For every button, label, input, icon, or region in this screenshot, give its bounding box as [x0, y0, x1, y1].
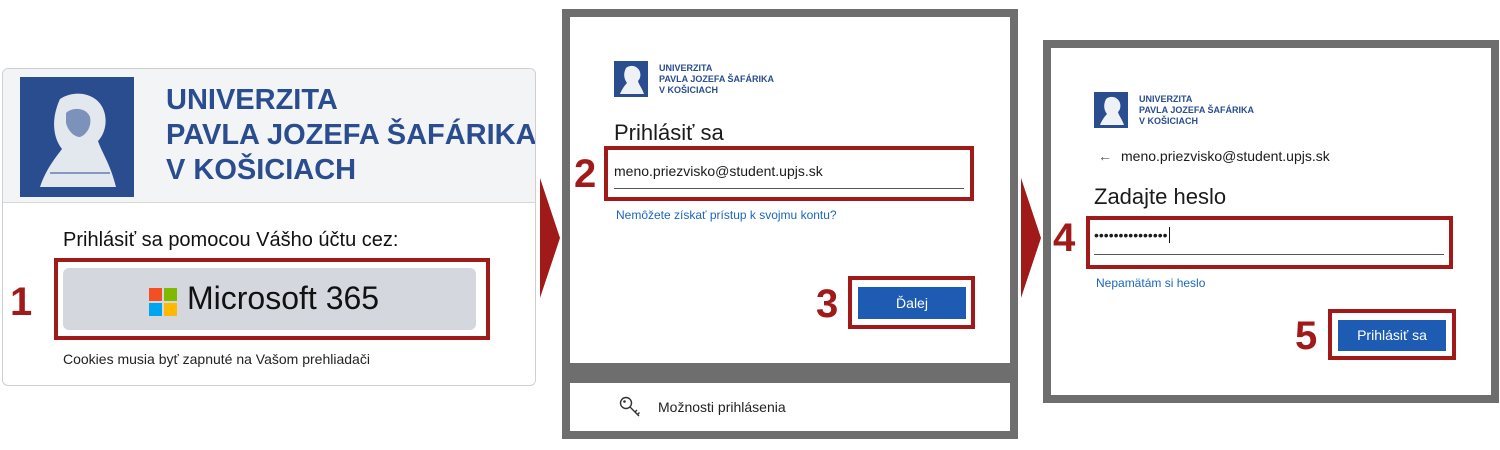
university-logo-small	[614, 61, 648, 97]
step-1-highlight	[54, 258, 490, 340]
university-name-line2: PAVLA JOZEFA ŠAFÁRIKA	[1139, 105, 1255, 115]
step-5-highlight	[1328, 309, 1456, 360]
university-name-line3: V KOŠICIACH	[659, 85, 719, 95]
back-arrow-icon[interactable]: ←	[1098, 148, 1112, 164]
key-icon	[618, 395, 642, 419]
university-name-line2: PAVLA JOZEFA ŠAFÁRIKA	[659, 74, 775, 84]
university-logo	[20, 77, 134, 197]
step-3-highlight	[848, 276, 975, 329]
university-name-small: UNIVERZITA PAVLA JOZEFA ŠAFÁRIKA V KOŠIC…	[659, 63, 774, 96]
signin-options-label: Možnosti prihlásenia	[658, 399, 786, 415]
university-name-line2: PAVLA JOZEFA ŠAFÁRIKA	[166, 119, 536, 151]
cookies-note: Cookies musia byť zapnuté na Vašom prehl…	[63, 351, 370, 367]
university-logo-small	[1094, 92, 1128, 128]
forgot-password-link[interactable]: Nepamätám si heslo	[1096, 276, 1205, 290]
portrait-icon	[1100, 96, 1124, 125]
university-name-small: UNIVERZITA PAVLA JOZEFA ŠAFÁRIKA V KOŠIC…	[1139, 94, 1254, 127]
signin-options-bar[interactable]: Možnosti prihlásenia	[570, 383, 1010, 431]
step-number-4: 4	[1053, 216, 1076, 260]
step-number-5: 5	[1295, 314, 1318, 358]
university-name: UNIVERZITA PAVLA JOZEFA ŠAFÁRIKA V KOŠIC…	[166, 83, 536, 188]
portrait-icon	[620, 65, 644, 94]
university-name-line1: UNIVERZITA	[166, 84, 338, 116]
account-email: meno.priezvisko@student.upjs.sk	[1121, 148, 1330, 164]
step-number-1: 1	[10, 280, 33, 324]
step-number-3: 3	[816, 282, 839, 326]
step-4-highlight	[1086, 216, 1453, 269]
signin-title: Prihlásiť sa	[614, 120, 724, 145]
university-name-line3: V KOŠICIACH	[1139, 116, 1199, 126]
arrow-right-icon	[540, 178, 560, 298]
university-header: UNIVERZITA PAVLA JOZEFA ŠAFÁRIKA V KOŠIC…	[3, 69, 535, 203]
no-access-link[interactable]: Nemôžete získať prístup k svojmu kontu?	[616, 208, 837, 222]
step-number-2: 2	[574, 152, 597, 196]
university-name-line3: V KOŠICIACH	[166, 154, 357, 186]
university-name-line1: UNIVERZITA	[659, 63, 713, 73]
login-prompt: Prihlásiť sa pomocou Vášho účtu cez:	[63, 229, 399, 251]
arrow-right-icon	[1021, 178, 1041, 298]
university-name-line1: UNIVERZITA	[1139, 94, 1193, 104]
portrait-icon	[40, 93, 116, 187]
password-title: Zadajte heslo	[1094, 184, 1227, 209]
step-2-highlight	[604, 146, 974, 201]
